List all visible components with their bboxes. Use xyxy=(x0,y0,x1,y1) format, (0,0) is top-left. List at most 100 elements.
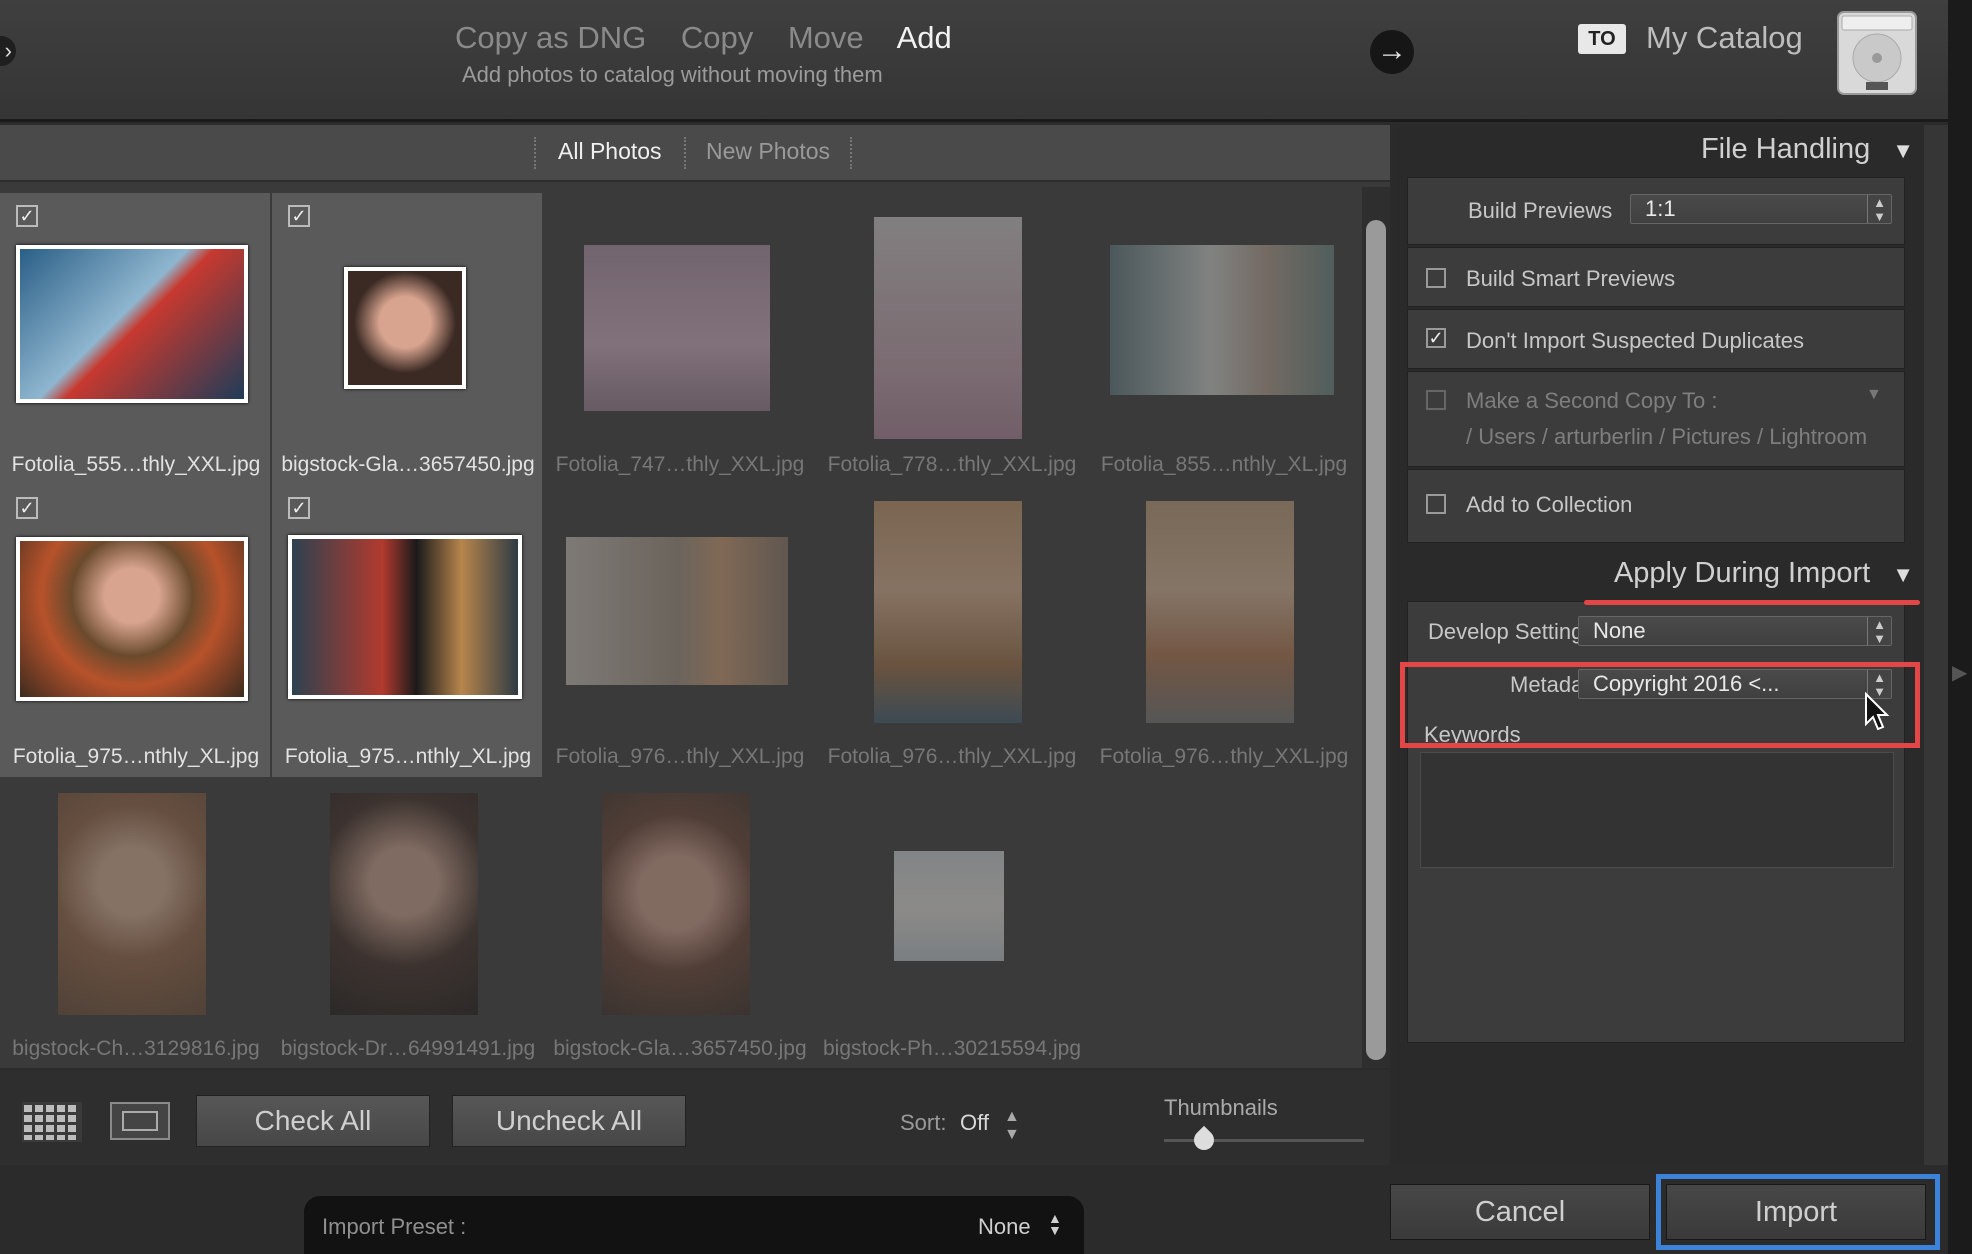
check-all-button[interactable]: Check All xyxy=(196,1095,430,1147)
updown-icon[interactable]: ▲ ▼ xyxy=(1004,1108,1020,1144)
photo-filename: Fotolia_976…thly_XXL.jpg xyxy=(827,745,1077,768)
photo-thumbnail[interactable] xyxy=(330,793,478,1015)
import-preset-label: Import Preset : xyxy=(322,1214,467,1239)
photo-thumbnail[interactable] xyxy=(566,537,788,685)
section-title: File Handling xyxy=(1700,133,1871,165)
file-handling-header[interactable]: File Handling ▼ xyxy=(1701,133,1914,166)
arrow-right-icon[interactable]: → xyxy=(1370,30,1414,74)
filter-bar: All Photos New Photos xyxy=(0,125,1390,182)
separator xyxy=(684,137,686,169)
to-badge: TO xyxy=(1578,24,1626,54)
photo-thumbnail[interactable] xyxy=(16,537,248,701)
build-smart-previews-checkbox[interactable] xyxy=(1426,268,1446,288)
photo-filename: bigstock-Gla…3657450.jpg xyxy=(553,1037,807,1060)
separator xyxy=(850,137,852,169)
dont-import-duplicates-checkbox[interactable]: ✓ xyxy=(1426,328,1446,348)
filter-new-photos[interactable]: New Photos xyxy=(706,138,830,165)
grid-view-icon[interactable] xyxy=(22,1102,82,1142)
right-panel-gutter: ▶ xyxy=(1948,0,1972,1254)
apply-during-import-underline xyxy=(1584,600,1920,605)
slider-knob[interactable] xyxy=(1189,1125,1219,1155)
photo-cell[interactable]: ✓ Fotolia_975…nthly_XL.jpg xyxy=(0,485,272,777)
photo-cell[interactable]: ✓ Fotolia_975…nthly_XL.jpg xyxy=(272,485,544,777)
photo-thumbnail[interactable] xyxy=(602,793,750,1015)
photo-cell[interactable]: Fotolia_976…thly_XXL.jpg xyxy=(544,485,816,777)
uncheck-all-button[interactable]: Uncheck All xyxy=(452,1095,686,1147)
second-copy-row: Make a Second Copy To : ▼ / Users / artu… xyxy=(1407,371,1905,467)
photo-filename: Fotolia_555…thly_XXL.jpg xyxy=(11,453,261,476)
checkbox-checked[interactable]: ✓ xyxy=(288,497,310,519)
catalog-name[interactable]: My Catalog xyxy=(1646,20,1803,56)
mode-copy[interactable]: Copy xyxy=(681,20,753,55)
photo-cell[interactable]: Fotolia_778…thly_XXL.jpg xyxy=(816,193,1088,485)
dropdown-triangle-icon[interactable]: ▼ xyxy=(1866,386,1882,404)
add-to-collection-checkbox[interactable] xyxy=(1426,494,1446,514)
updown-icon: ▲ ▼ xyxy=(1867,195,1891,223)
back-chevron-icon[interactable]: › xyxy=(0,36,16,66)
updown-icon[interactable]: ▲ ▼ xyxy=(1048,1211,1062,1237)
section-title: Apply During Import xyxy=(1613,557,1871,589)
apply-during-import-header[interactable]: Apply During Import ▼ xyxy=(1614,557,1914,590)
photo-thumbnail[interactable] xyxy=(1110,245,1334,395)
photo-filename: Fotolia_855…nthly_XL.jpg xyxy=(1100,453,1348,476)
metadata-highlight-box xyxy=(1400,662,1920,748)
develop-settings-select[interactable]: None ▲ ▼ xyxy=(1578,616,1892,646)
cancel-button[interactable]: Cancel xyxy=(1390,1184,1650,1240)
photo-thumbnail[interactable] xyxy=(584,245,770,411)
photo-cell[interactable]: ✓ Fotolia_555…thly_XXL.jpg xyxy=(0,193,272,485)
second-copy-path: / Users / arturberlin / Pictures / Light… xyxy=(1466,424,1868,449)
mode-add[interactable]: Add xyxy=(897,20,952,55)
photo-thumbnail[interactable] xyxy=(874,501,1022,723)
photo-thumbnail[interactable] xyxy=(58,793,206,1015)
photo-filename: Fotolia_976…thly_XXL.jpg xyxy=(555,745,805,768)
dont-import-duplicates-label: Don't Import Suspected Duplicates xyxy=(1466,328,1805,353)
photo-cell[interactable]: bigstock-Ph…30215594.jpg xyxy=(816,777,1088,1069)
collapse-arrow-icon[interactable]: ▶ xyxy=(1952,660,1967,685)
mouse-pointer-icon xyxy=(1865,692,1890,731)
keywords-textarea[interactable] xyxy=(1420,752,1894,868)
collapse-triangle-icon[interactable]: ▼ xyxy=(1892,562,1914,587)
mode-description: Add photos to catalog without moving the… xyxy=(462,62,883,87)
build-previews-select[interactable]: 1:1 ▲ ▼ xyxy=(1630,194,1892,224)
updown-icon: ▲ ▼ xyxy=(1867,617,1891,645)
checkbox-checked[interactable]: ✓ xyxy=(16,205,38,227)
filter-all-photos[interactable]: All Photos xyxy=(558,138,662,165)
sort-select[interactable]: Off xyxy=(960,1110,989,1136)
grid-scrollbar-thumb[interactable] xyxy=(1366,220,1386,1060)
photo-cell[interactable]: ✓ bigstock-Gla…3657450.jpg xyxy=(272,193,544,485)
photo-thumbnail[interactable] xyxy=(1146,501,1294,723)
photo-filename: Fotolia_975…nthly_XL.jpg xyxy=(12,745,260,768)
photo-thumbnail[interactable] xyxy=(16,245,248,403)
photo-cell[interactable]: bigstock-Gla…3657450.jpg xyxy=(544,777,816,1069)
photo-thumbnail[interactable] xyxy=(894,851,1004,961)
panel-edge xyxy=(1924,125,1948,1165)
select-value: 1:1 xyxy=(1645,196,1676,221)
collapse-triangle-icon[interactable]: ▼ xyxy=(1892,138,1914,163)
mode-copy-as-dng[interactable]: Copy as DNG xyxy=(455,20,646,55)
photo-thumbnail[interactable] xyxy=(874,217,1022,439)
photo-filename: bigstock-Ph…30215594.jpg xyxy=(822,1037,1081,1060)
loupe-view-icon[interactable] xyxy=(110,1102,170,1140)
photo-cell[interactable]: bigstock-Dr…64991491.jpg xyxy=(272,777,544,1069)
photo-cell[interactable]: Fotolia_976…thly_XXL.jpg xyxy=(816,485,1088,777)
photo-cell[interactable]: Fotolia_855…nthly_XL.jpg xyxy=(1088,193,1360,485)
photo-cell[interactable]: Fotolia_976…thly_XXL.jpg xyxy=(1088,485,1360,777)
photo-cell[interactable]: bigstock-Ch…3129816.jpg xyxy=(0,777,272,1069)
photo-cell[interactable]: Fotolia_747…thly_XXL.jpg xyxy=(544,193,816,485)
dont-import-duplicates-row: ✓ Don't Import Suspected Duplicates xyxy=(1407,309,1905,369)
hard-drive-icon xyxy=(1837,11,1917,95)
mode-move[interactable]: Move xyxy=(788,20,864,55)
add-to-collection-row: Add to Collection xyxy=(1407,469,1905,543)
separator xyxy=(534,137,536,169)
thumbnails-label: Thumbnails xyxy=(1164,1095,1278,1120)
second-copy-checkbox[interactable] xyxy=(1426,390,1446,410)
photo-filename: Fotolia_976…thly_XXL.jpg xyxy=(1099,745,1349,768)
checkbox-checked[interactable]: ✓ xyxy=(288,205,310,227)
build-previews-row: Build Previews 1:1 ▲ ▼ xyxy=(1407,177,1905,245)
photo-thumbnail[interactable] xyxy=(344,267,466,389)
photo-filename: Fotolia_747…thly_XXL.jpg xyxy=(555,453,805,476)
right-panel: File Handling ▼ Build Previews 1:1 ▲ ▼ Bui… xyxy=(1393,125,1924,1165)
checkbox-checked[interactable]: ✓ xyxy=(16,497,38,519)
photo-thumbnail[interactable] xyxy=(288,535,522,699)
import-preset-select[interactable]: None xyxy=(978,1214,1031,1240)
